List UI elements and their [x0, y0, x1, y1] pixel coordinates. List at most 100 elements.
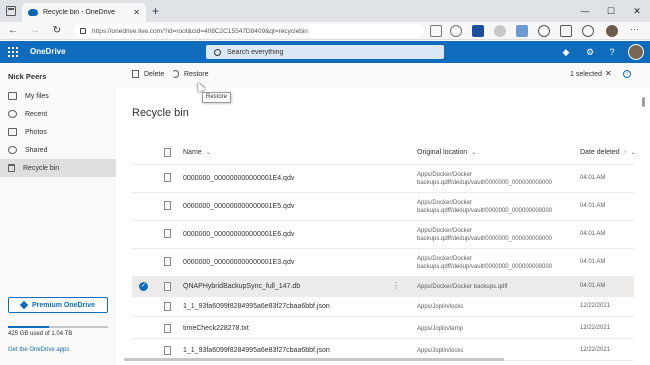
sidebar-item-shared[interactable]: Shared	[0, 141, 116, 159]
extension-icon-2[interactable]	[494, 25, 506, 37]
restore-label: Restore	[184, 70, 209, 78]
account-avatar[interactable]	[628, 44, 644, 60]
tab-close-icon[interactable]: ✕	[133, 8, 140, 17]
clock-icon	[8, 110, 17, 118]
forward-arrow-icon[interactable]: →	[28, 24, 42, 38]
bin-icon	[8, 164, 15, 172]
extensions-puzzle-icon[interactable]	[560, 25, 572, 37]
info-icon[interactable]: i	[623, 70, 631, 78]
back-arrow-icon[interactable]: ←	[6, 24, 20, 38]
photo-icon	[8, 128, 17, 136]
window-menu-icon[interactable]	[6, 6, 16, 16]
clear-selection-icon[interactable]: ✕	[605, 69, 612, 78]
onedrive-brand[interactable]: OneDrive	[30, 47, 66, 56]
lock-icon	[80, 28, 86, 34]
original-location: Apps/Joplin/temp	[417, 326, 464, 332]
selection-count: 1 selected	[570, 71, 602, 78]
settings-gear-icon[interactable]: ⚙	[584, 46, 596, 58]
delete-label: Delete	[144, 70, 165, 78]
onedrive-header: OneDrive ◆ ⚙ ?	[0, 41, 650, 63]
browser-tab[interactable]: Recycle bin - OneDrive ✕	[22, 3, 146, 22]
delete-button[interactable]: Delete	[132, 70, 164, 78]
vertical-scrollbar-thumb[interactable]	[642, 97, 645, 107]
storage-text[interactable]: 425 GB used of 1.04 TB	[8, 331, 72, 337]
column-header-name[interactable]: Name ⌄	[183, 149, 211, 156]
checkmark-icon[interactable]: ✓	[139, 282, 148, 291]
column-date-label: Date deleted	[580, 149, 620, 156]
sidebar-item-label: Photos	[25, 128, 47, 136]
file-name: QNAPHybridBackupSync_full_147.db	[183, 283, 301, 290]
minimize-button[interactable]: —	[572, 0, 598, 22]
search-box[interactable]	[206, 45, 444, 59]
people-icon	[8, 146, 17, 154]
sort-arrow-icon: ↑	[623, 149, 627, 156]
date-deleted: 12/22/2021	[580, 347, 611, 353]
more-options-icon[interactable]: ⋮	[392, 281, 400, 290]
browser-profile-avatar[interactable]	[606, 25, 618, 37]
favorite-star-icon[interactable]	[450, 25, 462, 37]
file-icon	[164, 201, 171, 210]
table-row[interactable]: 0000000_000000000000001E5.qdv Apps/Docke…	[132, 193, 634, 221]
original-location: Apps/Docker/Docker backups.qdff/dedup/vau…	[417, 172, 553, 186]
extension-icon-4[interactable]	[538, 25, 550, 37]
new-tab-button[interactable]: +	[152, 4, 159, 18]
chevron-down-icon: ⌄	[471, 150, 477, 156]
refresh-icon[interactable]: ↻	[50, 24, 64, 38]
search-input[interactable]	[227, 48, 427, 56]
app-launcher-icon[interactable]	[8, 47, 18, 57]
horizontal-scrollbar-thumb[interactable]	[124, 358, 504, 361]
file-name: 0000000_000000000000001E3.qdv	[183, 259, 295, 266]
chevron-down-icon: ⌄	[205, 150, 211, 156]
file-icon	[164, 257, 171, 266]
close-window-button[interactable]: ✕	[624, 0, 650, 22]
file-icon	[164, 346, 171, 355]
storage-fill	[8, 326, 49, 328]
chevron-down-icon: ⌄	[630, 150, 636, 156]
extension-icon-3[interactable]	[516, 25, 528, 37]
address-bar[interactable]: https://onedrive.live.com/?id=root&cid=4…	[74, 24, 424, 38]
restore-button[interactable]: Restore	[172, 70, 209, 78]
table-row[interactable]: timeCheck228278.txt Apps/Joplin/temp 12/…	[132, 319, 634, 339]
premium-onedrive-button[interactable]: Premium OneDrive	[8, 297, 108, 313]
user-name: Nick Peers	[8, 72, 47, 81]
premium-diamond-icon[interactable]: ◆	[560, 46, 572, 58]
read-aloud-icon[interactable]	[430, 25, 442, 37]
help-icon[interactable]: ?	[606, 46, 618, 58]
file-type-header-icon[interactable]	[164, 148, 171, 157]
table-row[interactable]: 1_1_93fa6099f8284995a6e83f27cbaa6bbf.jso…	[132, 297, 634, 317]
sidebar-item-recent[interactable]: Recent	[0, 105, 116, 123]
table-row-selected[interactable]: ✓ QNAPHybridBackupSync_full_147.db ⋮ App…	[132, 277, 634, 297]
tab-title: Recycle bin - OneDrive	[43, 9, 115, 16]
column-header-date[interactable]: Date deleted ↑ ⌄	[580, 149, 636, 156]
table-row[interactable]: 0000000_000000000000001E4.qdv Apps/Docke…	[132, 165, 634, 193]
browser-toolbar: ← → ↻ https://onedrive.live.com/?id=root…	[0, 22, 650, 40]
original-location: Apps/Docker/Docker backups.qdff	[417, 284, 508, 290]
browser-menu-icon[interactable]: ···	[630, 24, 639, 34]
folder-icon	[8, 92, 17, 100]
file-icon	[164, 173, 171, 182]
sidebar-item-label: Shared	[25, 146, 48, 154]
collections-icon[interactable]	[582, 25, 594, 37]
main-content: Recycle bin Name ⌄ Original location ⌄ D…	[116, 87, 650, 365]
restore-icon	[172, 70, 179, 78]
url-text: https://onedrive.live.com/?id=root&cid=4…	[92, 27, 308, 35]
file-icon	[164, 282, 171, 291]
sidebar-item-my-files[interactable]: My files	[0, 87, 116, 105]
original-location: Apps/Docker/Docker backups.qdff/dedup/vau…	[417, 256, 553, 270]
maximize-button[interactable]: ☐	[598, 0, 624, 22]
sidebar-item-photos[interactable]: Photos	[0, 123, 116, 141]
sidebar-item-label: Recycle bin	[23, 164, 60, 172]
file-name: timeCheck228278.txt	[183, 325, 249, 332]
table-row[interactable]: 0000000_000000000000001E3.qdv Apps/Docke…	[132, 249, 634, 277]
file-icon	[164, 302, 171, 311]
get-apps-link[interactable]: Get the OneDrive apps	[8, 347, 69, 353]
column-location-label: Original location	[417, 149, 468, 156]
column-header-location[interactable]: Original location ⌄	[417, 149, 476, 156]
search-icon	[214, 48, 221, 56]
table-row[interactable]: 0000000_000000000000001E6.qdv Apps/Docke…	[132, 221, 634, 249]
file-name: 0000000_000000000000001E4.qdv	[183, 175, 295, 182]
date-deleted: 12/22/2021	[580, 303, 611, 309]
sidebar-item-recycle-bin[interactable]: Recycle bin	[0, 159, 116, 177]
column-name-label: Name	[183, 149, 202, 156]
extension-icon[interactable]	[472, 25, 484, 37]
